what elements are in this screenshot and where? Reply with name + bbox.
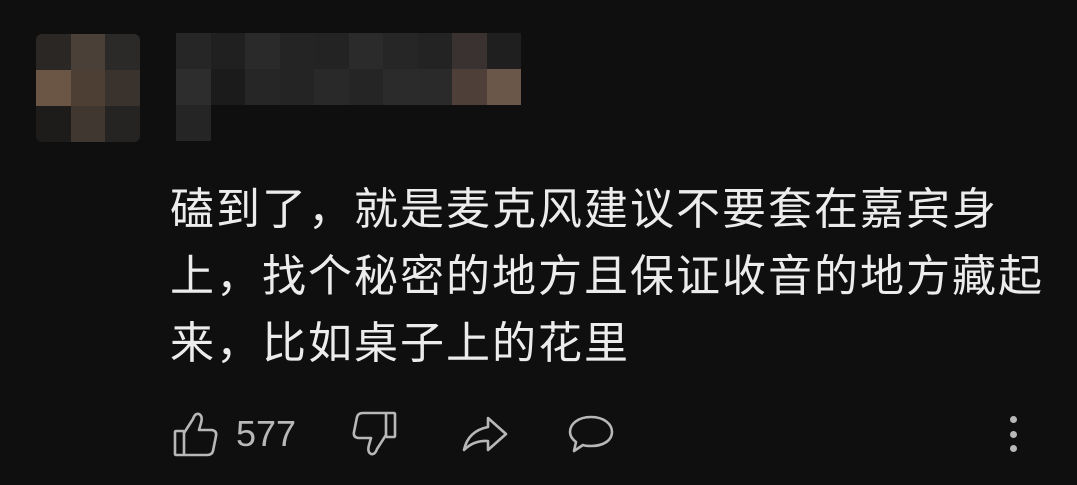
comment-actions: 577 <box>172 408 616 460</box>
comment-text: 磕到了，就是麦克风建议不要套在嘉宾身 上，找个秘密的地方且保证收音的地方藏起 来… <box>170 176 1050 377</box>
comment-line: 来，比如桌子上的花里 <box>170 318 630 369</box>
more-dot <box>1009 430 1017 438</box>
more-vertical-icon[interactable] <box>1000 412 1026 456</box>
thumbs-down-icon[interactable] <box>350 409 398 459</box>
share-icon[interactable] <box>460 412 510 456</box>
more-dot <box>1009 416 1017 423</box>
comment-line: 磕到了，就是麦克风建议不要套在嘉宾身 <box>170 184 998 235</box>
more-dot <box>1009 445 1017 452</box>
avatar[interactable] <box>36 34 140 142</box>
comment-line: 上，找个秘密的地方且保证收音的地方藏起 <box>170 251 1044 302</box>
username-redacted[interactable] <box>176 33 521 141</box>
thumbs-up-icon[interactable] <box>172 409 220 459</box>
reply-icon[interactable] <box>566 411 616 457</box>
like-count: 577 <box>236 413 297 454</box>
